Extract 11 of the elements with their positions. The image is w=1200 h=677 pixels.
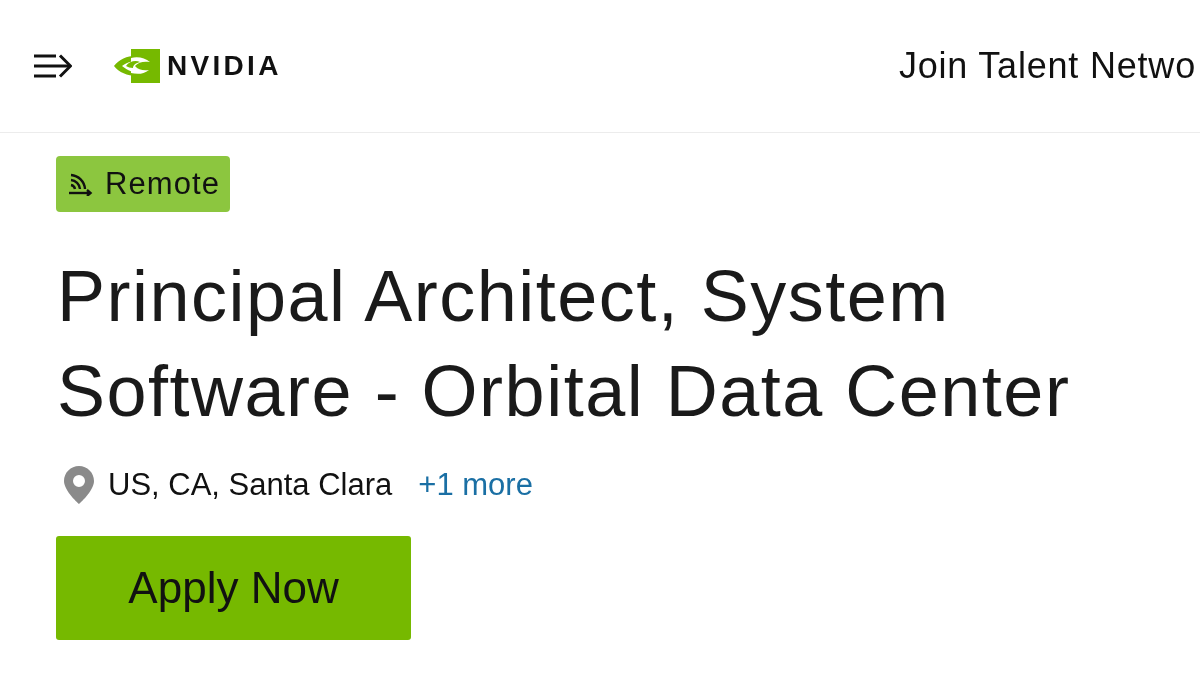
job-location: US, CA, Santa Clara xyxy=(108,467,393,503)
job-title: Principal Architect, System Software - Orbital Data Center xyxy=(56,255,1072,433)
remote-signal-icon xyxy=(68,172,94,196)
menu-icon[interactable] xyxy=(34,54,72,78)
remote-label: Remote xyxy=(105,166,221,202)
more-locations-link[interactable]: +1 more xyxy=(418,467,533,503)
eye-logo-icon xyxy=(112,49,160,83)
logo-wordmark[interactable]: NVIDIA xyxy=(167,52,282,80)
join-talent-network-link[interactable]: Join Talent Netwo xyxy=(898,45,1196,87)
apply-now-button[interactable]: Apply Now xyxy=(56,536,411,640)
location-pin-icon xyxy=(64,466,94,504)
